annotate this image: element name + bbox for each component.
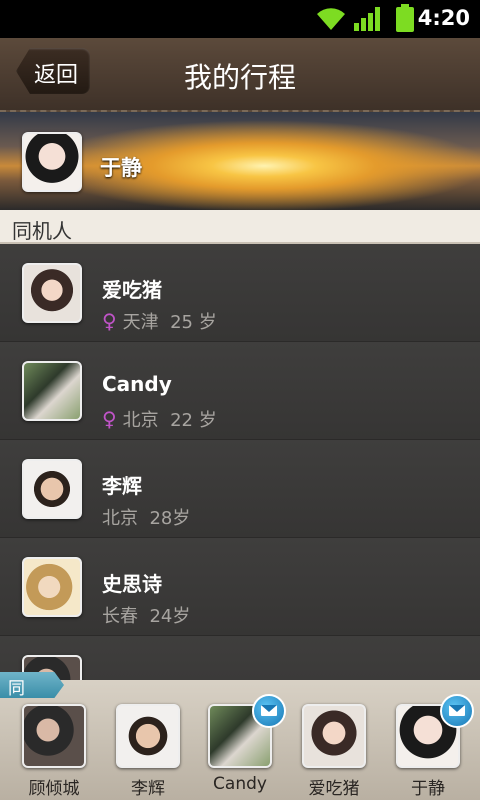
companion-name: 李辉 bbox=[131, 779, 165, 799]
avatar bbox=[116, 704, 180, 768]
person-city: 北京 bbox=[102, 508, 138, 529]
female-icon: ♀ bbox=[102, 407, 117, 431]
person-meta: 长春 24岁 bbox=[102, 602, 190, 628]
avatar bbox=[22, 361, 82, 421]
companion-item[interactable]: 于静 bbox=[396, 694, 474, 799]
companion-name: 于静 bbox=[411, 779, 445, 799]
page-title: 我的行程 bbox=[183, 61, 296, 94]
person-city: 北京 bbox=[122, 410, 159, 431]
list-item[interactable] bbox=[0, 636, 480, 680]
list-item[interactable]: 爱吃猪 ♀ 天津 25 岁 bbox=[0, 244, 480, 342]
person-name: 爱吃猪 bbox=[102, 278, 162, 302]
trip-banner: 于静 bbox=[0, 112, 480, 210]
person-meta: 北京 28岁 bbox=[102, 504, 190, 530]
person-age: 22 岁 bbox=[170, 410, 217, 431]
clock: 4:20 bbox=[417, 6, 470, 30]
person-name: 史思诗 bbox=[102, 572, 162, 596]
person-name: 李辉 bbox=[102, 474, 142, 498]
companion-tag: 同 伴 bbox=[0, 672, 64, 698]
battery-icon bbox=[396, 4, 414, 32]
companion-item[interactable]: 顾倾城 bbox=[22, 704, 86, 799]
person-city: 长春 bbox=[102, 606, 138, 627]
companion-name: 顾倾城 bbox=[28, 779, 80, 799]
companion-item[interactable]: 李辉 bbox=[116, 704, 180, 799]
female-icon: ♀ bbox=[102, 309, 117, 333]
message-icon[interactable] bbox=[440, 694, 474, 728]
person-city: 天津 bbox=[122, 312, 159, 333]
avatar[interactable] bbox=[22, 132, 82, 192]
co-passenger-list[interactable]: 爱吃猪 ♀ 天津 25 岁 Candy ♀ 北京 22 岁 李辉 北京 28岁 史思… bbox=[0, 244, 480, 680]
person-age: 24岁 bbox=[149, 606, 191, 627]
avatar bbox=[22, 459, 82, 519]
person-age: 25 岁 bbox=[170, 312, 217, 333]
avatar bbox=[302, 704, 366, 768]
list-item[interactable]: Candy ♀ 北京 22 岁 bbox=[0, 342, 480, 440]
avatar bbox=[22, 557, 82, 617]
list-item[interactable]: 史思诗 长春 24岁 bbox=[0, 538, 480, 636]
companion-name: 爱吃猪 bbox=[308, 779, 360, 799]
companion-name: Candy bbox=[213, 774, 267, 794]
companion-item[interactable]: 爱吃猪 bbox=[302, 704, 366, 799]
signal-icon bbox=[354, 7, 380, 31]
owner-name: 于静 bbox=[100, 156, 142, 180]
section-header: 同机人 bbox=[0, 210, 480, 244]
status-bar: 4:20 bbox=[0, 0, 480, 38]
person-meta: ♀ 天津 25 岁 bbox=[102, 308, 217, 334]
person-meta: ♀ 北京 22 岁 bbox=[102, 406, 217, 432]
person-name: Candy bbox=[102, 372, 172, 396]
avatar bbox=[22, 263, 82, 323]
message-icon[interactable] bbox=[252, 694, 286, 728]
app-header: 返回 我的行程 bbox=[0, 38, 480, 112]
person-age: 28岁 bbox=[149, 508, 191, 529]
wifi-icon bbox=[317, 8, 345, 30]
companion-item[interactable]: Candy bbox=[208, 694, 286, 794]
avatar bbox=[22, 704, 86, 768]
list-item[interactable]: 李辉 北京 28岁 bbox=[0, 440, 480, 538]
companion-bar: 同 伴 顾倾城 李辉 Candy 爱吃猪 于静 bbox=[0, 672, 480, 800]
